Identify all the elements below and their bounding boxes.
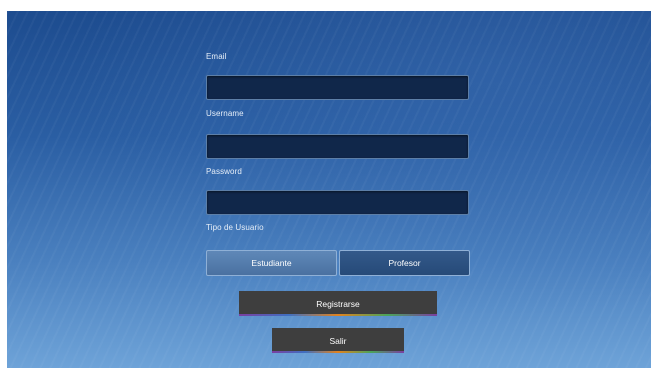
register-accent-bar bbox=[239, 314, 437, 316]
email-label: Email bbox=[206, 52, 227, 61]
registration-screen: Email Username Password Tipo de Usuario … bbox=[7, 11, 651, 368]
username-label: Username bbox=[206, 109, 244, 118]
user-type-profesor-button[interactable]: Profesor bbox=[339, 250, 470, 276]
exit-accent-bar bbox=[272, 351, 404, 353]
password-field[interactable] bbox=[206, 190, 469, 215]
exit-button[interactable]: Salir bbox=[272, 328, 404, 353]
register-button[interactable]: Registrarse bbox=[239, 291, 437, 316]
user-type-label: Tipo de Usuario bbox=[206, 223, 264, 232]
username-field[interactable] bbox=[206, 134, 469, 159]
password-label: Password bbox=[206, 167, 242, 176]
exit-label: Salir bbox=[329, 335, 347, 346]
estudiante-label: Estudiante bbox=[251, 258, 292, 268]
register-label: Registrarse bbox=[316, 298, 360, 309]
user-type-estudiante-button[interactable]: Estudiante bbox=[206, 250, 337, 276]
email-field[interactable] bbox=[206, 75, 469, 100]
profesor-label: Profesor bbox=[388, 258, 421, 268]
